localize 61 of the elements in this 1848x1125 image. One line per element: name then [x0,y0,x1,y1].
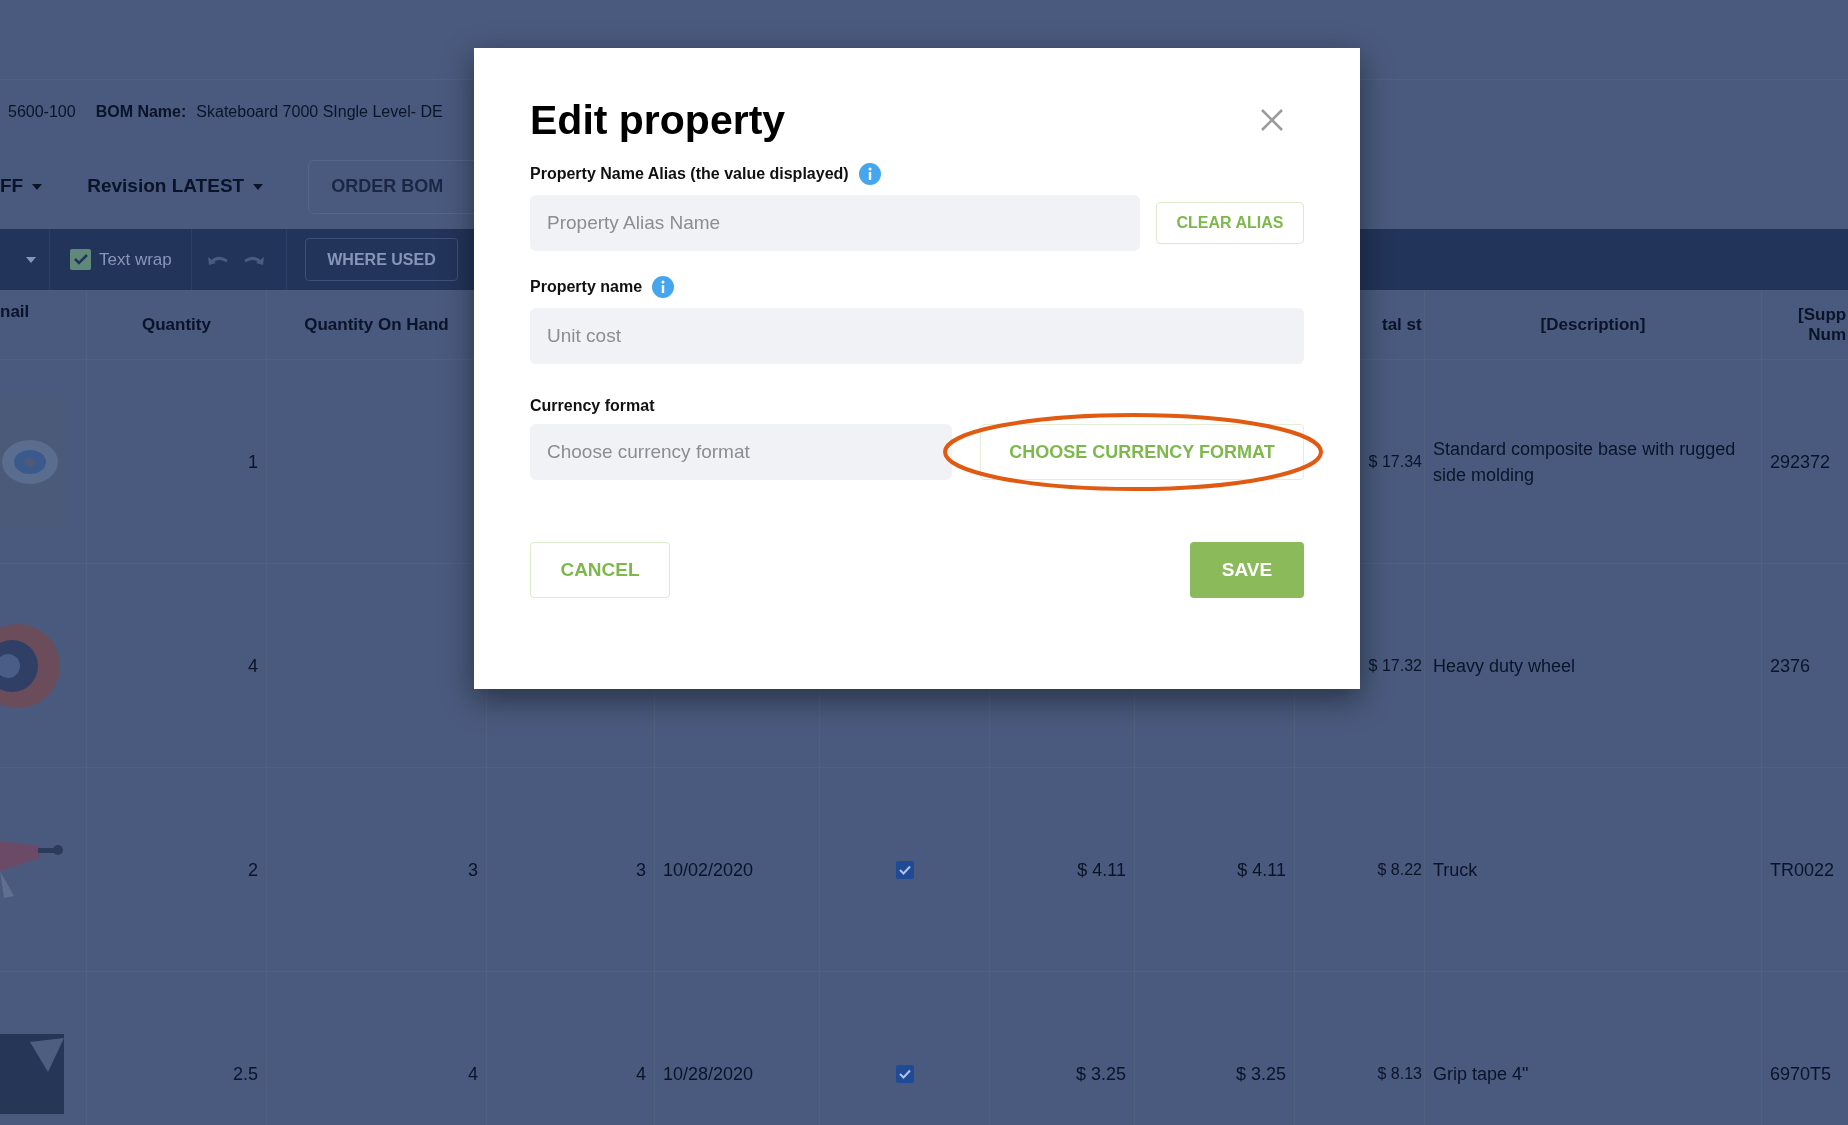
bom-name: Skateboard 7000 SIngle Level- DE [196,102,443,122]
table-cell-text: 10/02/2020 [663,858,754,882]
table-cell-text: 6970T5 [1770,1062,1832,1086]
checkmark-icon [898,864,911,875]
table-cell-text: 10/28/2020 [663,1062,754,1086]
table-cell-text: 4 [468,1062,478,1086]
table-cell-text: $ 17.32 [1368,655,1422,676]
table-cell-text: 2.5 [232,1062,258,1086]
table-cell-text: Truck [1433,858,1478,882]
dialog-title: Edit property [530,96,786,145]
checkmark-icon [898,1068,911,1079]
table-cell-text: 292372 [1770,450,1831,474]
column-header[interactable]: [Description] [1540,314,1646,335]
checkbox[interactable] [895,1064,914,1083]
choose-currency-format-button[interactable]: CHOOSE CURRENCY FORMAT [980,424,1304,480]
table-cell-text: TR0022 [1770,858,1835,882]
table-cell-text: 2 [248,858,258,882]
column-header[interactable]: Quantity On Hand [304,314,449,335]
table-cell-text: 2376 [1770,654,1811,678]
input-field[interactable]: Property Alias Name [530,195,1140,251]
table-cell-text: $ 17.34 [1368,451,1422,472]
checkmark-icon [73,254,88,265]
table-cell-text: Standard composite base with rugged side molding [1433,437,1737,487]
revision-dropdown[interactable]: Revision LATEST [87,172,265,201]
table-cell-text: $ 3.25 [1075,1062,1126,1086]
table-cell-text: 4 [248,654,258,678]
caret-icon [252,182,265,191]
table-cell-text: Heavy duty wheel [1433,654,1576,678]
save-button[interactable]: SAVE [1190,542,1304,598]
table-cell-text: 3 [468,858,478,882]
table-cell-text: $ 8.13 [1377,1063,1422,1084]
filter-dropdown[interactable]: FF [0,172,44,201]
table-cell-text: $ 3.25 [1235,1062,1286,1086]
table-cell-text: $ 8.22 [1377,859,1422,880]
column-header[interactable]: Quantity [142,314,211,335]
where-used-button[interactable]: WHERE USED [305,238,458,281]
column-header[interactable]: nail [0,302,30,322]
column-header[interactable]: [Supp Num [1798,304,1846,345]
caret-icon [25,255,37,264]
part-number: 5600-100 [8,102,76,122]
text-wrap-label: Text wrap [99,248,172,271]
info-icon[interactable] [652,276,675,298]
table-cell-text: $ 4.11 [1237,858,1286,882]
bom-name-label: BOM Name: [95,102,187,122]
table-cell-text: $ 4.11 [1077,858,1126,882]
table-cell-text: 3 [636,858,646,882]
clear-alias-button[interactable]: CLEAR ALIAS [1156,202,1304,244]
field-label: Property Name Alias (the value displayed) [530,164,849,184]
caret-icon [31,182,44,191]
field-label: Currency format [530,396,656,416]
cancel-button[interactable]: CANCEL [530,542,670,598]
table-cell-text: Grip tape 4" [1433,1062,1529,1086]
checkbox[interactable] [895,860,914,879]
field-label: Property name [530,277,643,297]
close-icon[interactable] [1260,108,1284,132]
info-icon[interactable] [858,163,881,185]
input-field[interactable]: Choose currency format [530,424,952,480]
table-cell-text: 4 [636,1062,646,1086]
checkbox[interactable] [70,249,91,270]
column-header[interactable]: tal st [1382,314,1422,335]
table-cell-text: 1 [248,450,258,474]
